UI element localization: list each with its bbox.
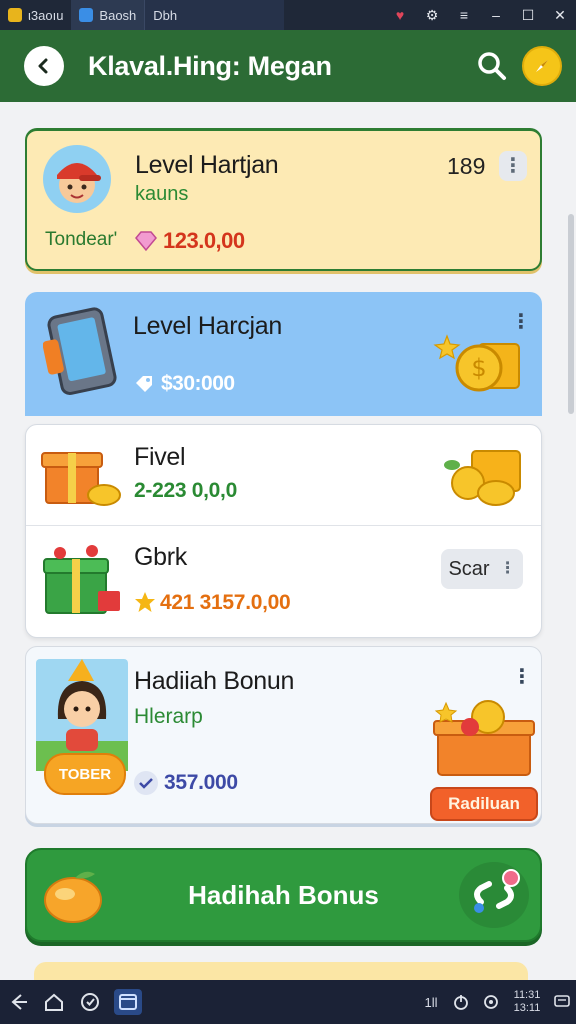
time-bottom: 13:11	[513, 1002, 541, 1014]
compass-button[interactable]	[522, 46, 562, 86]
scrollbar[interactable]	[568, 214, 574, 414]
tab-3-label: Dbh	[153, 7, 178, 23]
tab-1[interactable]: ι3aoıu	[0, 0, 71, 30]
link-icon	[459, 862, 529, 928]
minimize-icon[interactable]: –	[480, 7, 512, 23]
card-price: 123.0,00	[163, 228, 245, 253]
card-subtitle: Hlerarp	[134, 705, 203, 728]
clock-icon[interactable]	[72, 980, 108, 1024]
level-card-2[interactable]: Level Harcjan $30:000 ⋮ $	[25, 292, 542, 416]
ribbon-badge: TOBER	[44, 753, 126, 795]
radiluan-button[interactable]: Radiluan	[430, 787, 538, 821]
item-price: 421 3157.0,00	[160, 591, 291, 614]
menu-icon[interactable]: ≡	[448, 7, 480, 23]
tab-2-label: Baosh	[99, 7, 137, 23]
more-button[interactable]: ⋮	[512, 667, 532, 688]
tab-2[interactable]: Baosh	[71, 0, 145, 30]
present-icon	[42, 541, 126, 617]
content-area: Level Hartjan kauns Tondear' 123.0,00 18…	[0, 102, 576, 980]
home-icon[interactable]	[36, 980, 72, 1024]
clock: 11:31 13:11	[506, 989, 548, 1015]
card-count: 189	[447, 153, 486, 179]
page-title: Klaval.Hing: Megan	[88, 50, 332, 81]
scar-button-label: Scar	[448, 557, 490, 580]
more-icon: ⋮	[499, 560, 516, 577]
card-price: $30:000	[161, 372, 235, 395]
star-icon	[134, 591, 156, 613]
avatar	[43, 145, 111, 213]
item-title: Gbrk	[134, 543, 187, 571]
card-title: Level Harcjan	[133, 312, 282, 340]
more-icon: ⋮	[512, 666, 532, 688]
svg-text:$: $	[471, 354, 486, 382]
gift-box-icon	[40, 439, 124, 511]
reward-list-card: Fivel 2-223 0,0,0 Gbrk 421 3157.0,00 Sca…	[25, 424, 542, 638]
search-button[interactable]	[472, 46, 512, 86]
bonus-card[interactable]: TOBER Hadiiah Bonun Hlerarp 357.000 ⋮ Ra…	[25, 646, 542, 824]
tab-3[interactable]: Dbh	[144, 0, 285, 30]
boy-avatar-icon	[57, 163, 101, 203]
card-tag: Tondear'	[45, 229, 118, 250]
hadihah-bonus-button[interactable]: Hadihah Bonus	[25, 848, 542, 942]
card-title: Hadiiah Bonun	[134, 667, 295, 695]
back-icon[interactable]	[0, 980, 36, 1024]
item-title: Fivel	[134, 443, 186, 471]
power-icon[interactable]	[446, 980, 476, 1024]
status-text: 1ll	[424, 994, 438, 1010]
card-title: Level Hartjan	[135, 151, 279, 179]
time-top: 11:31	[513, 989, 541, 1001]
compass-icon	[536, 60, 548, 72]
divider	[26, 525, 541, 526]
check-icon	[134, 771, 158, 795]
settings-icon[interactable]	[476, 980, 506, 1024]
level-card-1[interactable]: Level Hartjan kauns Tondear' 123.0,00 18…	[25, 128, 542, 271]
app-yellow-icon	[8, 8, 22, 22]
taskbar: 1ll 11:31 13:11	[0, 980, 576, 1024]
close-icon[interactable]: ✕	[544, 7, 576, 24]
gold-bars-icon	[442, 447, 526, 509]
maximize-icon[interactable]: ☐	[512, 7, 544, 24]
gem-icon	[133, 227, 159, 253]
more-button[interactable]: ⋮	[499, 151, 527, 181]
back-button[interactable]	[24, 46, 64, 86]
scar-button[interactable]: Scar ⋮	[441, 549, 523, 589]
phone-icon	[42, 306, 127, 396]
search-icon	[478, 52, 506, 80]
window-titlebar: ι3aoıu Baosh Dbh ♥ ⚙ ≡ – ☐ ✕	[0, 0, 576, 30]
gear-icon[interactable]: ⚙	[416, 7, 448, 24]
coin-box-icon: $	[433, 326, 525, 398]
card-subtitle: kauns	[135, 183, 189, 205]
card-price: 357.000	[164, 771, 238, 794]
heart-icon[interactable]: ♥	[384, 7, 416, 23]
treasure-gift-icon	[430, 699, 536, 779]
next-card	[34, 962, 528, 980]
chat-icon[interactable]	[548, 980, 576, 1024]
window-icon[interactable]	[114, 989, 142, 1015]
app-blue-icon	[79, 8, 94, 22]
tab-1-label: ι3aoıu	[28, 7, 64, 23]
app-header: Klaval.Hing: Megan	[0, 30, 576, 102]
tag-icon	[133, 372, 155, 394]
chevron-left-icon	[38, 58, 48, 74]
more-icon: ⋮	[503, 155, 523, 177]
item-price: 2-223 0,0,0	[134, 479, 237, 502]
